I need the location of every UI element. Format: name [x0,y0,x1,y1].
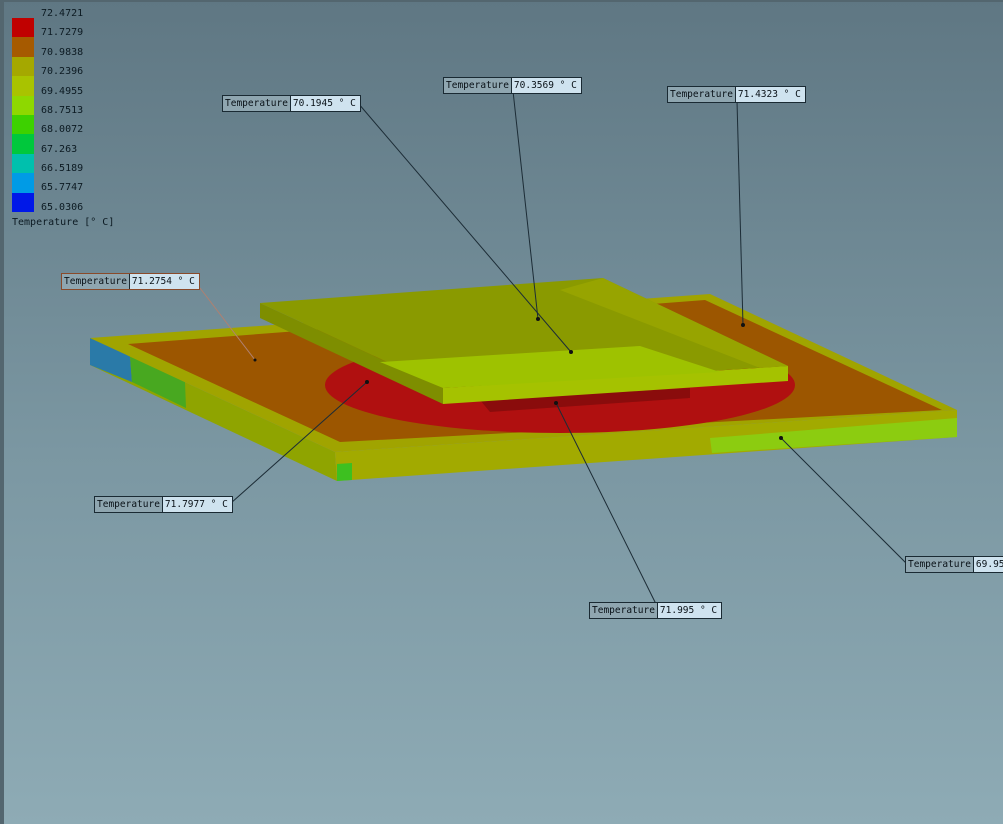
legend-value-3: 70.2396 [41,66,84,77]
probe-label-7[interactable]: Temperature 69.95 [905,556,1003,573]
legend-swatch-1 [12,37,34,57]
viewport-border-left [0,0,4,824]
probe-label-2[interactable]: Temperature 70.3569 ° C [443,77,582,94]
3d-viewport[interactable]: 72.4721 71.7279 70.9838 70.2396 69.4955 … [0,0,1003,824]
legend-value-1: 71.7279 [41,27,84,38]
legend-swatch-3 [12,76,34,96]
legend-swatch-2 [12,56,34,77]
probe-value: 70.1945 ° C [290,96,360,111]
probe-name: Temperature [444,78,512,93]
legend-value-9: 65.7747 [41,182,84,193]
viewport-border-top [0,0,1003,2]
probe-name: Temperature [62,274,130,289]
probe-value: 71.4323 ° C [735,87,805,102]
probe-value: 71.2754 ° C [129,274,199,289]
legend-swatch-6 [12,134,34,154]
probe-label-1[interactable]: Temperature 70.1945 ° C [222,95,361,112]
legend-value-4: 69.4955 [41,86,84,97]
probe-name: Temperature [95,497,163,512]
probe-name: Temperature [668,87,736,102]
probe-label-6[interactable]: Temperature 71.995 ° C [589,602,723,619]
probe-value: 69.95 [973,557,1003,572]
legend-value-10: 65.0306 [41,202,84,213]
legend-value-8: 66.5189 [41,163,84,174]
probe-value: 71.995 ° C [657,603,722,618]
legend-value-2: 70.9838 [41,47,84,58]
legend-value-0: 72.4721 [41,8,84,19]
legend-swatch-0 [12,18,34,38]
legend-value-6: 68.0072 [41,124,84,135]
legend-swatch-4 [12,95,34,115]
probe-value: 71.7977 ° C [162,497,232,512]
legend-swatch-8 [12,173,34,193]
probe-name: Temperature [590,603,658,618]
legend-color-bar [12,18,34,212]
legend-swatch-5 [12,114,34,135]
probe-label-4-selected[interactable]: Temperature 71.2754 ° C [61,273,200,290]
base-plate-front-corner [337,463,352,481]
probe-name: Temperature [906,557,974,572]
probe-label-5[interactable]: Temperature 71.7977 ° C [94,496,233,513]
thermal-model-view[interactable] [0,0,1003,824]
legend-value-7: 67.263 [41,144,78,155]
probe-name: Temperature [223,96,291,111]
probe-value: 70.3569 ° C [511,78,581,93]
legend-swatch-9 [12,192,34,212]
probe-label-3[interactable]: Temperature 71.4323 ° C [667,86,806,103]
legend-swatch-7 [12,153,34,174]
legend-title: Temperature [° C] [12,217,115,228]
legend-value-5: 68.7513 [41,105,84,116]
